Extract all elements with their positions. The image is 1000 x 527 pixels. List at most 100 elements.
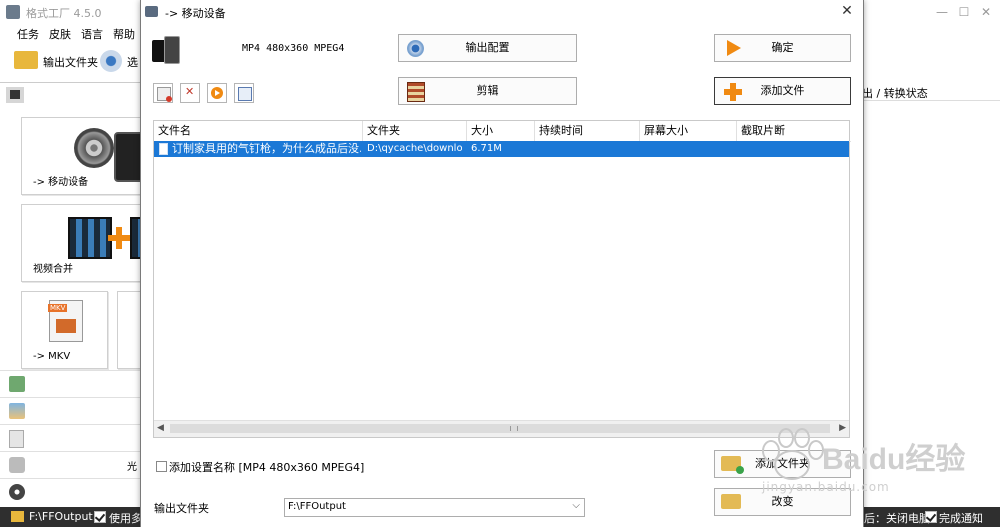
disc-category[interactable]: 光 (0, 451, 140, 478)
play-button[interactable] (207, 83, 227, 103)
options-button[interactable]: 选 (127, 54, 138, 70)
change-label: 改变 (771, 495, 794, 508)
dialog-app-icon (145, 6, 158, 17)
image-icon (9, 403, 25, 419)
close-main-icon[interactable]: ✕ (978, 4, 994, 20)
chevron-down-icon[interactable]: ⌵ (572, 500, 580, 511)
video-file-icon (159, 143, 168, 155)
cell-clip (741, 142, 841, 156)
minimize-icon[interactable]: — (934, 4, 950, 20)
document-icon (9, 430, 24, 448)
film-strip-icon (68, 217, 112, 259)
mobile-device-label: -> 移动设备 (33, 177, 89, 188)
add-folder-label: 添加文件夹 (755, 457, 810, 470)
task-list-header: 出 / 转换状态 (862, 82, 1000, 101)
scroll-right-icon[interactable]: ▶ (839, 423, 846, 433)
after-finish-label: 后：关闭电脑 (864, 512, 930, 525)
file-list[interactable]: 文件名 文件夹 大小 持续时间 屏幕大小 截取片断 订制家具用的气钉枪，为什么成… (153, 120, 851, 438)
info-icon (238, 87, 252, 101)
output-folder-value: F:\FFOutput (288, 501, 346, 512)
dialog-title: -> 移动设备 (165, 7, 226, 20)
add-setting-name-label: 添加设置名称 [MP4 480x360 MPEG4] (169, 461, 365, 474)
task-panel: 出 / 转换状态 (862, 82, 1000, 504)
clip-button[interactable]: 剪辑 (398, 77, 577, 105)
notify-checkbox[interactable] (925, 511, 937, 523)
menu-skin[interactable]: 皮肤 (49, 26, 71, 42)
mkv-file-icon: MKV (48, 300, 83, 342)
cell-screen-size (644, 142, 734, 156)
use-multithread-label: 使用多 (109, 512, 142, 525)
add-file-button[interactable]: 添加文件 (714, 77, 851, 105)
disc-drive-icon (9, 457, 25, 473)
output-folder-icon[interactable] (14, 51, 38, 69)
cell-duration (539, 142, 634, 156)
mobile-device-dialog: -> 移动设备 ✕ MP4 480x360 MPEG4 输出配置 确定 剪辑 添… (140, 0, 864, 527)
remove-file-button[interactable] (153, 83, 173, 103)
column-header-screen-size[interactable]: 屏幕大小 (640, 121, 737, 141)
cell-filename: 订制家具用的气钉枪，为什么成品后没… (172, 142, 361, 155)
main-toolbar: 输出文件夹 选 (0, 46, 140, 76)
column-header-filename[interactable]: 文件名 (154, 121, 363, 141)
column-header-folder[interactable]: 文件夹 (363, 121, 467, 141)
video-merge-card[interactable]: 视频合并 (21, 204, 166, 282)
output-folder-button[interactable]: 输出文件夹 (43, 54, 98, 70)
ok-button[interactable]: 确定 (714, 34, 851, 62)
output-folder-select[interactable]: F:\FFOutput ⌵ (284, 498, 585, 517)
plus-icon (108, 227, 130, 249)
menu-task[interactable]: 任务 (17, 26, 39, 42)
table-row[interactable]: 订制家具用的气钉枪，为什么成品后没… D:\qycache\downlo… 6.… (154, 141, 849, 157)
tools-category[interactable] (0, 478, 140, 505)
mobile-device-card[interactable]: -> 移动设备 (21, 117, 148, 195)
status-output-path[interactable]: F:\FFOutput (29, 510, 93, 523)
clear-list-button[interactable] (180, 83, 200, 103)
folder-icon[interactable] (11, 511, 24, 522)
cell-size: 6.71M (471, 143, 502, 154)
image-category[interactable] (0, 397, 140, 424)
document-category[interactable] (0, 424, 140, 451)
output-config-label: 输出配置 (465, 41, 510, 54)
music-icon (9, 376, 25, 392)
mkv-card[interactable]: MKV -> MKV (21, 291, 108, 369)
clip-label: 剪辑 (476, 84, 499, 97)
scroll-left-icon[interactable]: ◀ (157, 423, 164, 433)
scrollbar-thumb[interactable] (170, 424, 830, 433)
column-header-clip[interactable]: 截取片断 (737, 121, 849, 141)
file-list-header: 文件名 文件夹 大小 持续时间 屏幕大小 截取片断 (154, 121, 851, 142)
dialog-close-icon[interactable]: ✕ (839, 3, 855, 19)
tools-icon (9, 484, 25, 500)
app-logo-icon (6, 5, 20, 19)
mobile-device-icon (152, 36, 180, 64)
audio-category[interactable] (0, 370, 140, 397)
next-format-card[interactable] (117, 291, 142, 369)
add-folder-button[interactable]: 添加文件夹 (714, 450, 851, 478)
menu-bar: 任务 皮肤 语言 帮助 (0, 24, 140, 42)
conversion-status-header: 出 / 转换状态 (862, 87, 928, 100)
remove-icon (157, 87, 172, 102)
video-category-icon[interactable] (6, 87, 24, 103)
output-config-button[interactable]: 输出配置 (398, 34, 577, 62)
menu-language[interactable]: 语言 (81, 26, 103, 42)
add-file-label: 添加文件 (760, 84, 805, 97)
column-header-size[interactable]: 大小 (467, 121, 535, 141)
ok-label: 确定 (771, 41, 794, 54)
film-reel-icon (74, 128, 114, 168)
maximize-icon[interactable]: ☐ (956, 4, 972, 20)
options-icon[interactable] (100, 50, 122, 72)
cell-folder: D:\qycache\downlo… (367, 143, 462, 154)
main-window-title: 格式工厂 4.5.0 (26, 7, 102, 20)
media-info-button[interactable] (234, 83, 254, 103)
notify-label: 完成通知 (939, 512, 983, 525)
use-multithread-checkbox[interactable] (94, 511, 106, 523)
disc-category-label: 光 (127, 462, 137, 473)
video-merge-label: 视频合并 (33, 264, 73, 275)
output-format-text: MP4 480x360 MPEG4 (242, 43, 345, 54)
change-folder-button[interactable]: 改变 (714, 488, 851, 516)
play-icon (211, 87, 223, 99)
horizontal-scrollbar[interactable]: ◀ ▶ (154, 420, 849, 437)
clear-icon (184, 85, 196, 99)
category-panel: -> 移动设备 视频合并 MKV -> MKV 光 (0, 82, 166, 505)
output-folder-label: 输出文件夹 (154, 502, 209, 515)
add-setting-name-checkbox[interactable] (156, 461, 167, 472)
menu-help[interactable]: 帮助 (113, 26, 135, 42)
column-header-duration[interactable]: 持续时间 (535, 121, 640, 141)
